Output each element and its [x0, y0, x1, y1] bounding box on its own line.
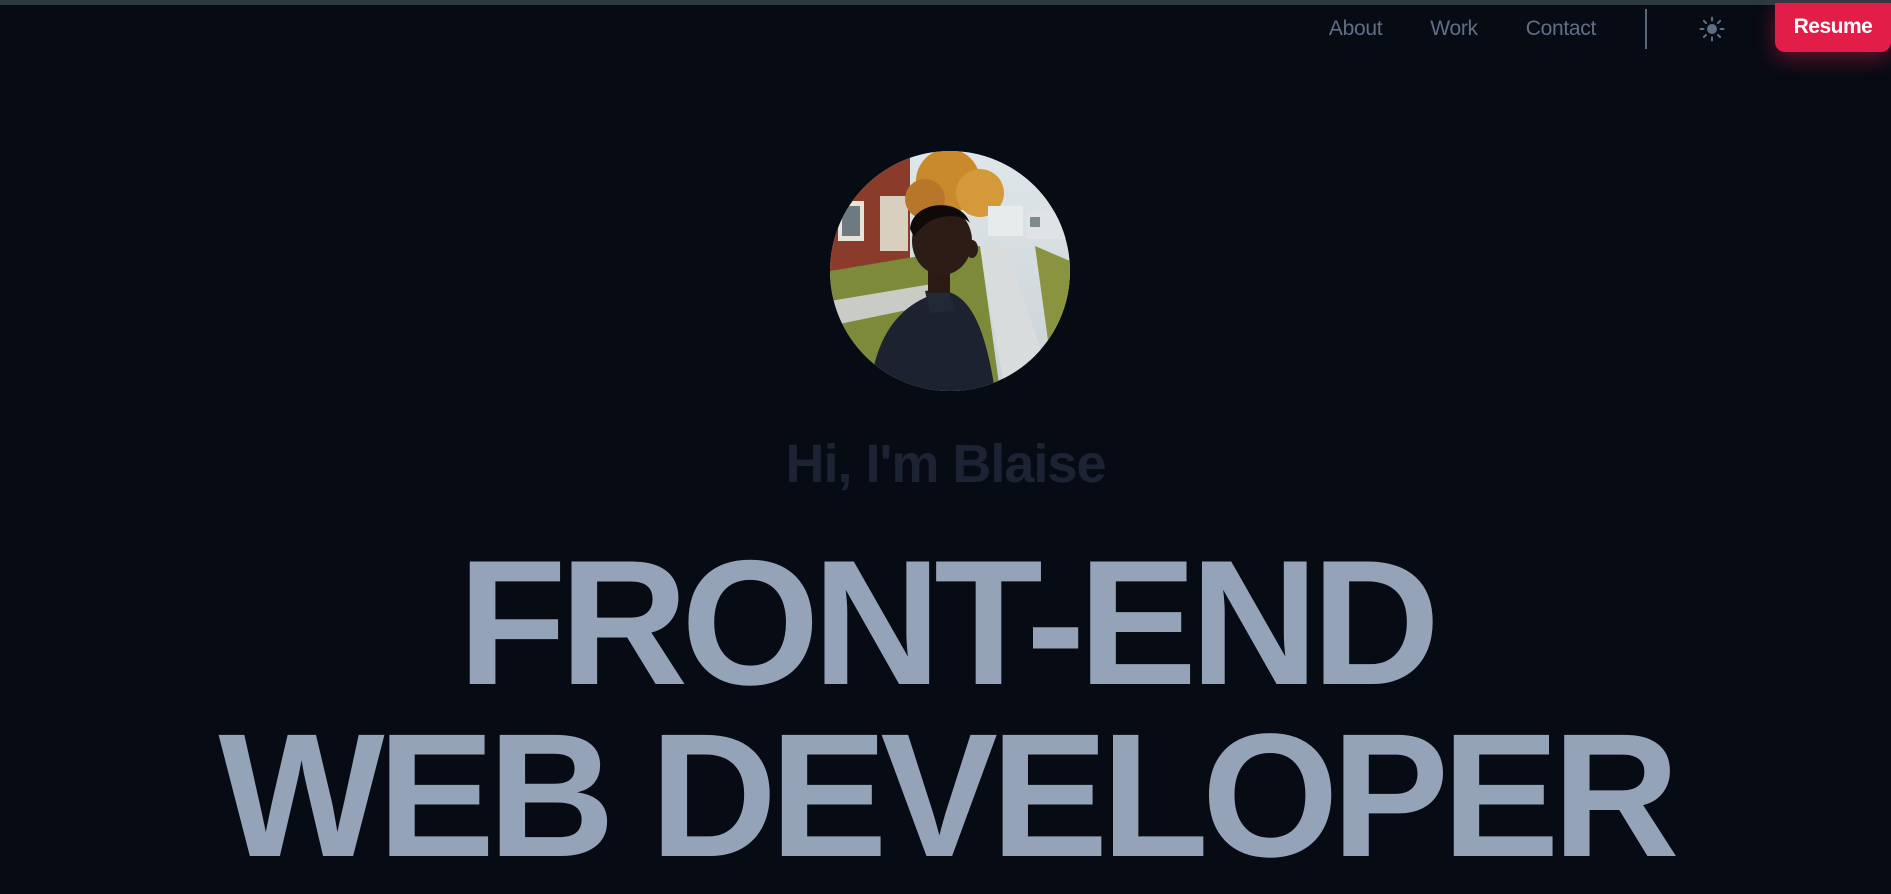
headline-line-1: FRONT-END	[457, 523, 1440, 722]
theme-toggle-button[interactable]	[1697, 14, 1727, 44]
avatar	[830, 151, 1070, 391]
sun-icon	[1699, 16, 1725, 42]
resume-button[interactable]: Resume	[1775, 2, 1891, 52]
nav-divider	[1645, 9, 1647, 49]
nav-link-contact[interactable]: Contact	[1526, 17, 1597, 41]
profile-photo	[830, 151, 1070, 391]
headline-line-2: WEB DEVELOPER	[218, 698, 1679, 894]
hero-greeting: Hi, I'm Blaise	[785, 434, 1107, 494]
hero-headline: FRONT-END WEB DEVELOPER	[0, 523, 1891, 894]
nav-link-work[interactable]: Work	[1430, 17, 1478, 41]
nav-link-about[interactable]: About	[1329, 17, 1383, 41]
top-navigation: About Work Contact Resume	[1329, 0, 1891, 58]
